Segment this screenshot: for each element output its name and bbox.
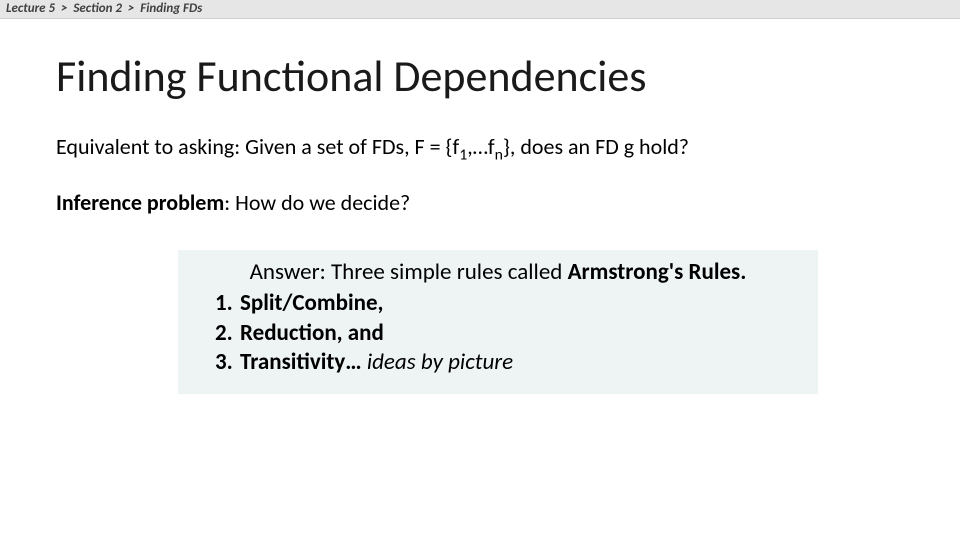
armstrong-rules-list: Split/Combine, Reduction, and Transitivi… — [198, 289, 798, 377]
equivalence-text: Equivalent to asking: Given a set of FDs… — [56, 133, 904, 161]
rule-split-combine: Split/Combine, — [238, 289, 798, 318]
inference-label: Inference problem — [56, 189, 224, 216]
rule-transitivity: Transitivity… ideas by picture — [238, 348, 798, 377]
breadcrumb-lecture: Lecture 5 — [6, 1, 55, 16]
rule-reduction: Reduction, and — [238, 319, 798, 348]
ideas-by-picture: ideas by picture — [367, 348, 513, 376]
breadcrumb-sep: > — [61, 1, 67, 16]
inference-problem-text: Inference problem: How do we decide? — [56, 189, 904, 217]
breadcrumb-sep: > — [128, 1, 134, 16]
page-title: Finding Functional Dependencies — [56, 49, 904, 103]
breadcrumb-section: Section 2 — [73, 1, 122, 16]
breadcrumb: Lecture 5 > Section 2 > Finding FDs — [0, 0, 960, 19]
answer-box: Answer: Three simple rules called Armstr… — [178, 250, 818, 394]
answer-lead: Answer: Three simple rules called Armstr… — [198, 258, 798, 287]
slide-content: Finding Functional Dependencies Equivale… — [0, 19, 960, 394]
armstrong-rules-label: Armstrong's Rules. — [568, 258, 747, 286]
breadcrumb-topic: Finding FDs — [140, 1, 202, 16]
